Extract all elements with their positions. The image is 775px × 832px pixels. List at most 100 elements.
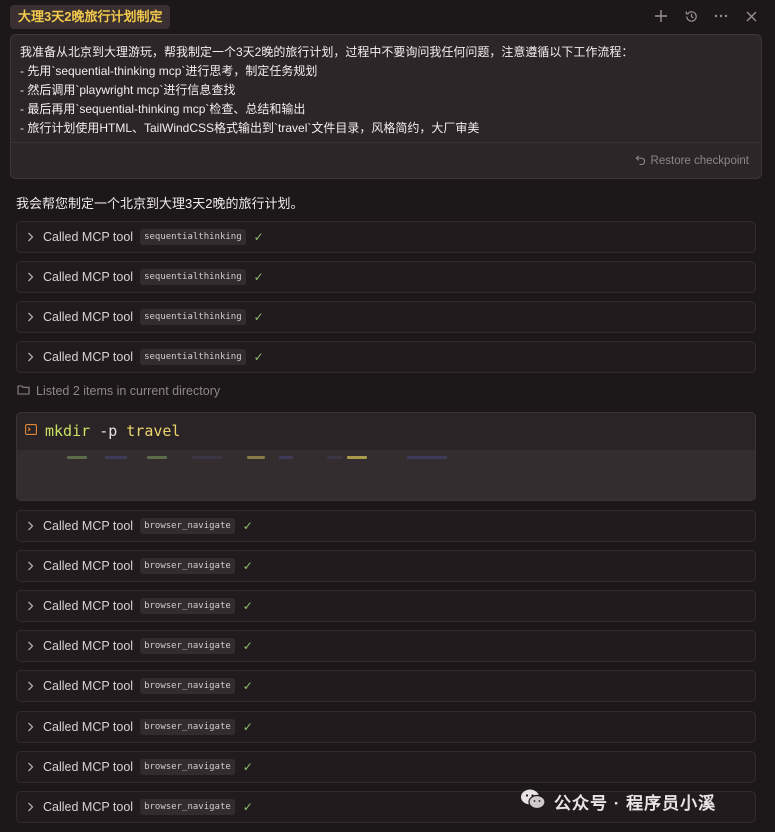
tool-call-row[interactable]: Called MCP tool browser_navigate ✓ (16, 630, 756, 662)
terminal-icon (25, 422, 37, 440)
tool-name-badge: browser_navigate (140, 598, 235, 614)
tool-call-row[interactable]: Called MCP tool browser_navigate ✓ (16, 711, 756, 743)
output-line (279, 456, 293, 459)
tool-call-row[interactable]: Called MCP tool sequentialthinking ✓ (16, 261, 756, 293)
tool-call-label: Called MCP tool (43, 639, 134, 653)
chevron-right-icon (27, 312, 37, 322)
tool-call-label: Called MCP tool (43, 599, 134, 613)
prompt-line: - 旅行计划使用HTML、TailWindCSS格式输出到`travel`文件目… (20, 121, 480, 135)
tool-call-row[interactable]: Called MCP tool browser_navigate ✓ (16, 670, 756, 702)
tool-call-label: Called MCP tool (43, 350, 134, 364)
output-line (407, 456, 447, 459)
top-actions (653, 8, 765, 24)
more-icon[interactable] (713, 8, 729, 24)
output-line (147, 456, 167, 459)
chat-title[interactable]: 大理3天2晚旅行计划制定 (10, 5, 171, 29)
chevron-right-icon (27, 601, 37, 611)
restore-checkpoint-button[interactable]: Restore checkpoint (11, 142, 761, 178)
tool-call-label: Called MCP tool (43, 230, 134, 244)
terminal-card[interactable]: mkdir -p travel (16, 412, 756, 501)
prompt-text: 我准备从北京到大理游玩，帮我制定一个3天2晚的旅行计划，过程中不要询问我任何问题… (11, 35, 761, 138)
chevron-right-icon (27, 762, 37, 772)
chevron-right-icon (27, 352, 37, 362)
chevron-right-icon (27, 272, 37, 282)
restore-icon (635, 154, 646, 168)
tool-call-row[interactable]: Called MCP tool sequentialthinking ✓ (16, 301, 756, 333)
tool-call-row[interactable]: Called MCP tool browser_navigate ✓ (16, 751, 756, 783)
tool-name-badge: sequentialthinking (140, 229, 246, 245)
restore-label: Restore checkpoint (650, 154, 749, 167)
watermark: 公众号 · 程序员小溪 (520, 788, 716, 815)
tool-name-badge: browser_navigate (140, 678, 235, 694)
output-line (327, 456, 343, 459)
tool-name-badge: browser_navigate (140, 638, 235, 654)
listed-label: Listed 2 items in current directory (36, 384, 221, 398)
watermark-text: 公众号 · 程序员小溪 (554, 794, 717, 813)
command-arg: travel (126, 422, 181, 440)
output-line (105, 456, 127, 459)
tool-name-badge: sequentialthinking (140, 269, 246, 285)
tool-name-badge: browser_navigate (140, 558, 235, 574)
chevron-right-icon (27, 232, 37, 242)
chevron-right-icon (27, 722, 37, 732)
tool-name-badge: browser_navigate (140, 799, 235, 815)
check-icon: ✓ (242, 679, 253, 693)
prompt-line: - 先用`sequential-thinking mcp`进行思考，制定任务规划 (20, 64, 318, 78)
chevron-right-icon (27, 561, 37, 571)
terminal-command: mkdir -p travel (45, 422, 180, 440)
output-line (67, 456, 87, 459)
prompt-line: - 最后再用`sequential-thinking mcp`检查、总结和输出 (20, 102, 306, 116)
tool-name-badge: sequentialthinking (140, 309, 246, 325)
tool-call-row[interactable]: Called MCP tool browser_navigate ✓ (16, 550, 756, 582)
tool-call-label: Called MCP tool (43, 519, 134, 533)
chevron-right-icon (27, 681, 37, 691)
tool-call-row[interactable]: Called MCP tool browser_navigate ✓ (16, 510, 756, 542)
tool-call-label: Called MCP tool (43, 559, 134, 573)
check-icon: ✓ (242, 559, 253, 573)
tool-name-badge: browser_navigate (140, 518, 235, 534)
check-icon: ✓ (242, 760, 253, 774)
output-line (347, 456, 367, 459)
wechat-icon (520, 788, 546, 815)
check-icon: ✓ (242, 599, 253, 613)
tool-name-badge: sequentialthinking (140, 349, 246, 365)
folder-icon (17, 384, 30, 398)
prompt-line: 我准备从北京到大理游玩，帮我制定一个3天2晚的旅行计划，过程中不要询问我任何问题… (20, 45, 634, 59)
check-icon: ✓ (242, 800, 253, 814)
tool-call-row[interactable]: Called MCP tool sequentialthinking ✓ (16, 221, 756, 253)
tool-call-label: Called MCP tool (43, 270, 134, 284)
listed-directory-row[interactable]: Listed 2 items in current directory (17, 384, 220, 398)
top-bar: 大理3天2晚旅行计划制定 (0, 0, 775, 32)
tool-call-label: Called MCP tool (43, 760, 134, 774)
user-prompt-card[interactable]: 我准备从北京到大理游玩，帮我制定一个3天2晚的旅行计划，过程中不要询问我任何问题… (10, 34, 762, 179)
chevron-right-icon (27, 802, 37, 812)
history-icon[interactable] (683, 8, 699, 24)
output-line (247, 456, 265, 459)
check-icon: ✓ (253, 350, 264, 364)
tool-call-label: Called MCP tool (43, 679, 134, 693)
assistant-intro: 我会帮您制定一个北京到大理3天2晚的旅行计划。 (16, 196, 304, 211)
tool-call-label: Called MCP tool (43, 800, 134, 814)
check-icon: ✓ (253, 230, 264, 244)
command-flag: -p (99, 422, 118, 440)
terminal-output (17, 450, 755, 500)
chevron-right-icon (27, 641, 37, 651)
check-icon: ✓ (242, 519, 253, 533)
check-icon: ✓ (253, 310, 264, 324)
tool-call-row[interactable]: Called MCP tool sequentialthinking ✓ (16, 341, 756, 373)
prompt-line: - 然后调用`playwright mcp`进行信息查找 (20, 83, 236, 97)
tool-call-row[interactable]: Called MCP tool browser_navigate ✓ (16, 590, 756, 622)
chevron-right-icon (27, 521, 37, 531)
tool-call-label: Called MCP tool (43, 720, 134, 734)
plus-icon[interactable] (653, 8, 669, 24)
command-name: mkdir (45, 422, 91, 440)
check-icon: ✓ (242, 639, 253, 653)
check-icon: ✓ (253, 270, 264, 284)
tool-call-label: Called MCP tool (43, 310, 134, 324)
close-icon[interactable] (743, 8, 759, 24)
terminal-header: mkdir -p travel (17, 413, 755, 449)
check-icon: ✓ (242, 720, 253, 734)
output-line (192, 456, 222, 459)
tool-name-badge: browser_navigate (140, 719, 235, 735)
tool-name-badge: browser_navigate (140, 759, 235, 775)
